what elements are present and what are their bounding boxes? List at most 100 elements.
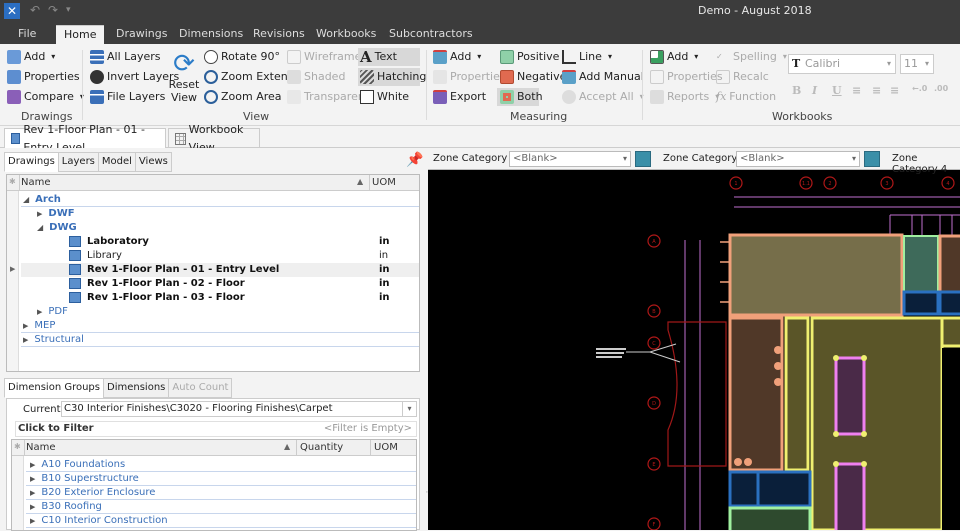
both-toggle[interactable]: Both bbox=[497, 88, 543, 106]
panel-tab-views[interactable]: Views bbox=[134, 152, 172, 172]
zoom-extents-button[interactable]: Zoom Extents bbox=[204, 68, 298, 86]
hatching-toggle[interactable]: Hatching bbox=[358, 68, 426, 86]
app-logo-icon[interactable]: ✕ bbox=[4, 3, 20, 19]
tree-item-laboratory[interactable]: Laboratory in bbox=[21, 235, 419, 249]
tree-node-structural[interactable]: ▶ Structural bbox=[21, 333, 419, 347]
drawings-add-button[interactable]: Add ▾ bbox=[7, 48, 55, 66]
zone-1-filter-icon[interactable] bbox=[635, 151, 651, 167]
line-button[interactable]: Line ▾ bbox=[562, 48, 612, 66]
measuring-add-button[interactable]: Add ▾ bbox=[433, 48, 481, 66]
zone-2-filter-icon[interactable] bbox=[864, 151, 880, 167]
column-header-uom[interactable]: UOM bbox=[374, 442, 398, 453]
filter-bar[interactable]: Click to Filter <Filter is Empty> bbox=[15, 421, 417, 437]
current-group-select[interactable]: C30 Interior Finishes\C3020 - Flooring F… bbox=[61, 401, 417, 417]
dimension-group-row[interactable]: ▶ C10 Interior Construction bbox=[26, 514, 416, 528]
underline-button[interactable]: U bbox=[832, 84, 842, 97]
column-header-name[interactable]: Name bbox=[26, 442, 56, 453]
recalc-button[interactable]: Recalc bbox=[716, 68, 769, 86]
accept-all-button[interactable]: Accept All▾ bbox=[562, 88, 644, 106]
tree-item-floor-plan-02[interactable]: Rev 1-Floor Plan - 02 - Floor in bbox=[21, 277, 419, 291]
measuring-export-button[interactable]: Export bbox=[433, 88, 486, 106]
align-center-icon[interactable]: ≡ bbox=[872, 84, 881, 97]
tab-subcontractors[interactable]: Subcontractors bbox=[381, 25, 481, 44]
tab-dimensions[interactable]: Dimensions bbox=[171, 25, 251, 44]
redo-icon[interactable]: ↷ bbox=[48, 3, 58, 17]
panel-tab-model[interactable]: Model bbox=[97, 152, 136, 172]
zone-category-1-label: Zone Category 1: bbox=[433, 153, 521, 164]
shaded-button[interactable]: Shaded bbox=[287, 68, 345, 86]
doc-tab-workbook-view[interactable]: Workbook View bbox=[168, 123, 260, 154]
zone-category-1-select[interactable]: <Blank> ▾ bbox=[509, 151, 631, 167]
panel-tab-dimensions[interactable]: Dimensions bbox=[103, 378, 170, 398]
expand-icon: ▶ bbox=[30, 461, 36, 469]
panel-tab-auto-count[interactable]: Auto Count bbox=[168, 378, 233, 398]
font-family-select[interactable]: T Calibri ▾ bbox=[788, 54, 896, 74]
reset-view-button[interactable]: ⟳ Reset View bbox=[168, 50, 200, 112]
negative-toggle[interactable]: Negative bbox=[500, 68, 566, 86]
properties-icon bbox=[433, 70, 447, 84]
panel-tab-dimension-groups[interactable]: Dimension Groups bbox=[4, 378, 104, 398]
dimension-group-row[interactable]: ▶ B20 Exterior Enclosure bbox=[26, 486, 416, 500]
label: View bbox=[170, 91, 198, 104]
tree-item-floor-plan-03[interactable]: Rev 1-Floor Plan - 03 - Floor in bbox=[21, 291, 419, 305]
zone-category-2-select[interactable]: <Blank> ▾ bbox=[736, 151, 860, 167]
drawings-properties-button[interactable]: Properties bbox=[7, 68, 80, 86]
panel-tab-drawings[interactable]: Drawings bbox=[4, 152, 59, 172]
workbooks-add-button[interactable]: Add ▾ bbox=[650, 48, 698, 66]
bold-button[interactable]: B bbox=[792, 84, 801, 97]
spelling-button[interactable]: ✓ Spelling ▾ bbox=[716, 48, 787, 66]
italic-button[interactable]: I bbox=[812, 84, 817, 97]
align-left-icon[interactable]: ≡ bbox=[852, 84, 861, 97]
file-layers-button[interactable]: File Layers bbox=[90, 88, 165, 106]
tree-item-floor-plan-01[interactable]: Rev 1-Floor Plan - 01 - Entry Level in bbox=[21, 263, 419, 277]
reports-button[interactable]: Reports ▾ bbox=[650, 88, 719, 106]
tree-node-dwg[interactable]: ◢ DWG bbox=[21, 221, 419, 235]
filter-status: <Filter is Empty> bbox=[323, 423, 412, 434]
panel-tab-layers[interactable]: Layers bbox=[57, 152, 99, 172]
pin-icon[interactable]: 📌 bbox=[406, 152, 423, 168]
column-header-name[interactable]: Name bbox=[21, 177, 51, 188]
column-header-uom[interactable]: UOM bbox=[372, 177, 396, 188]
grid-label-left: B bbox=[652, 309, 656, 315]
tree-node-dwf[interactable]: ▶ DWF bbox=[21, 207, 419, 221]
align-right-icon[interactable]: ≡ bbox=[890, 84, 899, 97]
increase-decimal-icon[interactable]: .00 bbox=[934, 84, 948, 93]
tab-workbooks[interactable]: Workbooks bbox=[308, 25, 384, 44]
dimension-group-row[interactable]: ▶ B10 Superstructure bbox=[26, 472, 416, 486]
dimension-group-row[interactable]: ▶ B30 Roofing bbox=[26, 500, 416, 514]
white-toggle[interactable]: White bbox=[360, 88, 409, 106]
doc-tab-floor-plan[interactable]: Rev 1-Floor Plan - 01 - Entry Level bbox=[4, 123, 166, 154]
decrease-decimal-icon[interactable]: ←.0 bbox=[912, 84, 927, 93]
tab-file[interactable]: File bbox=[10, 25, 44, 44]
invert-layers-button[interactable]: Invert Layers bbox=[90, 68, 179, 86]
rotate-90-button[interactable]: Rotate 90° bbox=[204, 48, 280, 66]
customize-quick-access-icon[interactable]: ▾ bbox=[66, 5, 71, 15]
wireframe-button[interactable]: Wireframe bbox=[287, 48, 361, 66]
all-layers-button[interactable]: All Layers bbox=[90, 48, 161, 66]
zoom-area-button[interactable]: Zoom Area bbox=[204, 88, 282, 106]
measuring-properties-button[interactable]: Properties bbox=[433, 68, 506, 86]
add-manual-icon bbox=[562, 70, 576, 84]
workbooks-properties-button[interactable]: Properties bbox=[650, 68, 723, 86]
line-icon bbox=[562, 50, 576, 64]
positive-toggle[interactable]: Positive bbox=[500, 48, 559, 66]
tree-item-library[interactable]: Library in bbox=[21, 249, 419, 263]
transparent-button[interactable]: Transparent bbox=[287, 88, 369, 106]
undo-icon[interactable]: ↶ bbox=[30, 3, 40, 17]
column-header-quantity[interactable]: Quantity bbox=[300, 442, 343, 453]
tab-home[interactable]: Home bbox=[56, 25, 104, 44]
label: Reset bbox=[168, 78, 200, 91]
dimension-group-row[interactable]: ▶ A10 Foundations bbox=[26, 458, 416, 472]
tab-revisions[interactable]: Revisions bbox=[245, 25, 313, 44]
tree-node-arch[interactable]: ◢ Arch bbox=[21, 193, 419, 207]
font-size-select[interactable]: 11 ▾ bbox=[900, 54, 934, 74]
tree-node-pdf[interactable]: ▶ PDF bbox=[21, 305, 419, 319]
tab-drawings[interactable]: Drawings bbox=[108, 25, 175, 44]
drawing-canvas[interactable]: Zone Category 1: <Blank> ▾ Zone Category … bbox=[428, 148, 960, 530]
text-toggle[interactable]: A Text bbox=[358, 48, 420, 66]
drawings-compare-button[interactable]: Compare▾ bbox=[7, 88, 84, 106]
tree-node-mep[interactable]: ▶ MEP bbox=[21, 319, 419, 333]
label: Positive bbox=[517, 50, 560, 63]
add-manual-button[interactable]: Add Manual bbox=[562, 68, 644, 86]
function-button[interactable]: fx Function bbox=[716, 88, 776, 106]
